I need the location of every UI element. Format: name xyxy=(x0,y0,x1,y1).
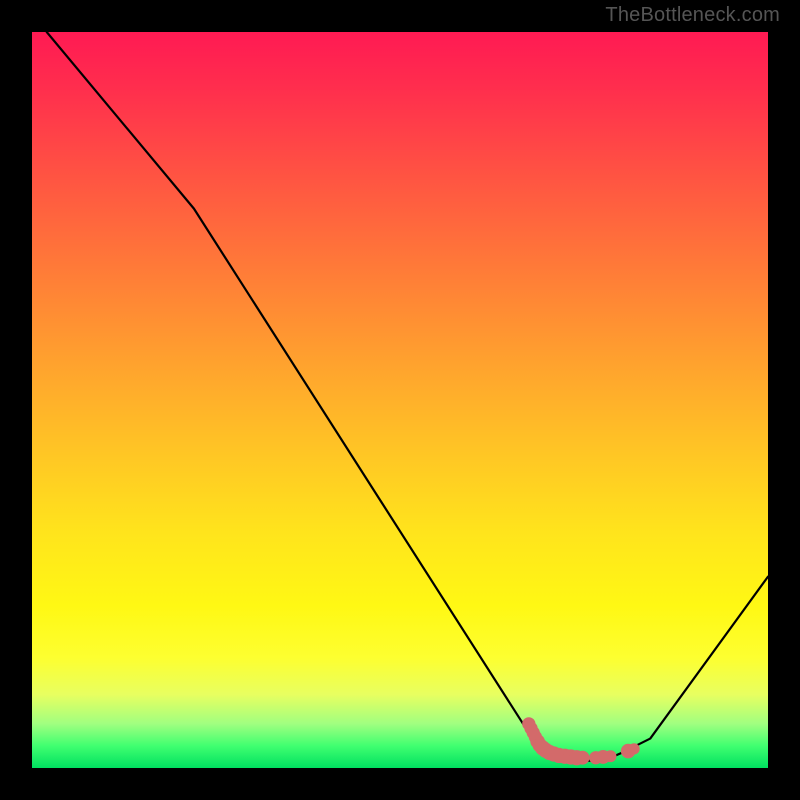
plot-area xyxy=(32,32,768,768)
scatter-point xyxy=(628,743,639,754)
curve-path xyxy=(47,32,768,761)
watermark-text: TheBottleneck.com xyxy=(605,4,780,27)
scatter-point xyxy=(605,750,617,762)
scatter-point xyxy=(576,751,590,765)
scatter-points xyxy=(522,717,640,765)
chart-svg xyxy=(32,32,768,768)
